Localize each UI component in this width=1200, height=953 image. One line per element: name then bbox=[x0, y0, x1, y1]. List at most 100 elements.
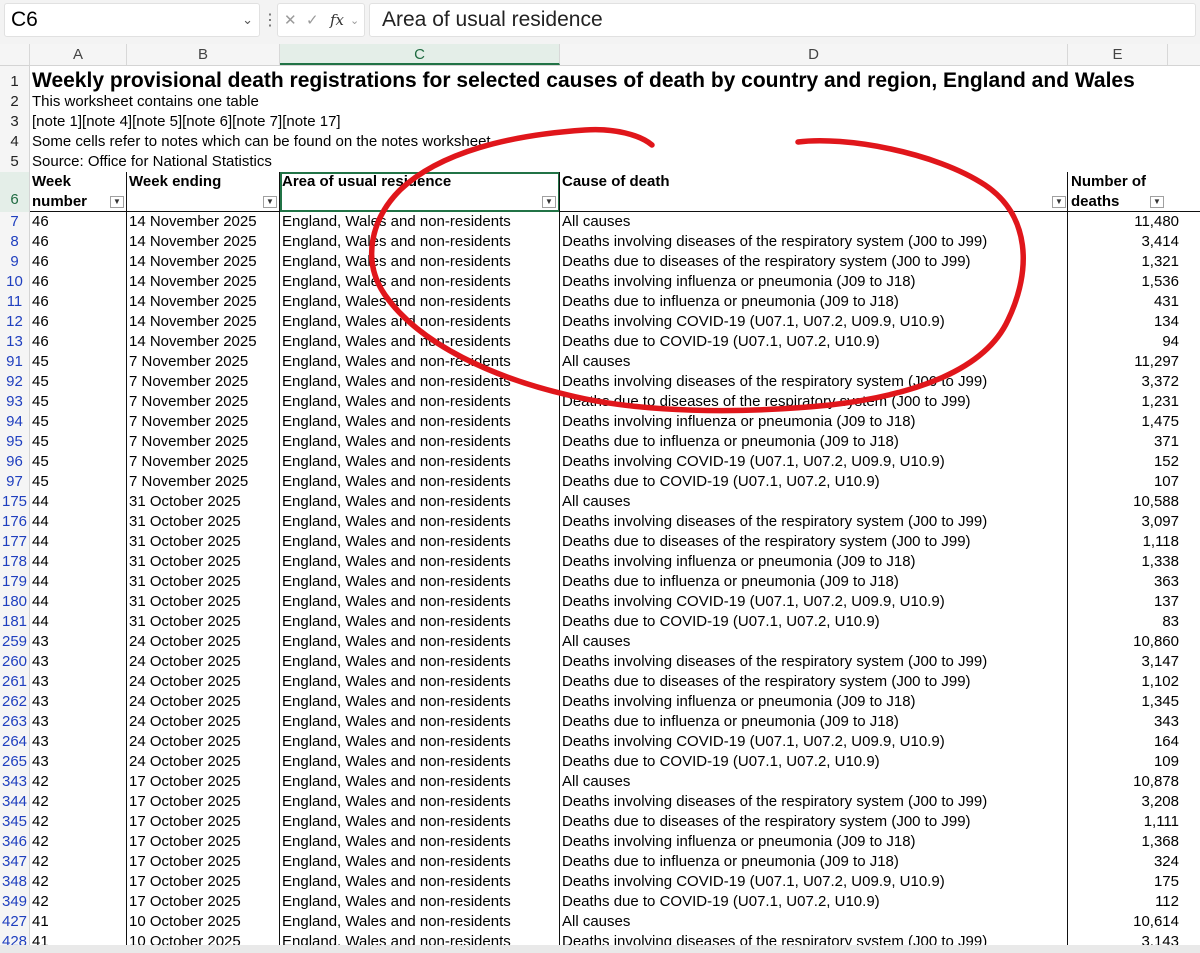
cell-week-ending[interactable]: 7 November 2025 bbox=[129, 472, 277, 492]
column-header-c[interactable]: C bbox=[280, 44, 560, 65]
cell-cause[interactable]: Deaths due to influenza or pneumonia (J0… bbox=[562, 852, 1066, 872]
cell-week-ending[interactable]: 7 November 2025 bbox=[129, 352, 277, 372]
row-header[interactable]: 13 bbox=[0, 332, 29, 352]
row-header[interactable]: 2 bbox=[0, 92, 29, 112]
cell-cause[interactable]: Deaths involving influenza or pneumonia … bbox=[562, 412, 1066, 432]
sheet-notes-info[interactable]: Some cells refer to notes which can be f… bbox=[32, 132, 491, 152]
row-header[interactable]: 95 bbox=[0, 432, 29, 452]
row-header[interactable]: 7 bbox=[0, 212, 29, 232]
cell-week-ending[interactable]: 14 November 2025 bbox=[129, 272, 277, 292]
cell-week-number[interactable]: 45 bbox=[32, 452, 124, 472]
cell-deaths[interactable]: 83 bbox=[1069, 612, 1179, 632]
cell-week-number[interactable]: 46 bbox=[32, 312, 124, 332]
cell-cause[interactable]: Deaths involving diseases of the respira… bbox=[562, 372, 1066, 392]
cell-week-number[interactable]: 43 bbox=[32, 692, 124, 712]
cell-week-number[interactable]: 43 bbox=[32, 752, 124, 772]
cell-cause[interactable]: Deaths involving COVID-19 (U07.1, U07.2,… bbox=[562, 592, 1066, 612]
cell-area[interactable]: England, Wales and non-residents bbox=[282, 732, 558, 752]
cell-cause[interactable]: Deaths involving diseases of the respira… bbox=[562, 512, 1066, 532]
cell-week-ending[interactable]: 17 October 2025 bbox=[129, 872, 277, 892]
cell-area[interactable]: England, Wales and non-residents bbox=[282, 212, 558, 232]
row-header[interactable]: 176 bbox=[0, 512, 29, 532]
row-header[interactable]: 4 bbox=[0, 132, 29, 152]
cell-cause[interactable]: Deaths involving influenza or pneumonia … bbox=[562, 552, 1066, 572]
cell-week-ending[interactable]: 31 October 2025 bbox=[129, 512, 277, 532]
cell-week-ending[interactable]: 7 November 2025 bbox=[129, 412, 277, 432]
more-options-icon[interactable]: ⋮ bbox=[262, 10, 278, 30]
cell-area[interactable]: England, Wales and non-residents bbox=[282, 532, 558, 552]
cell-area[interactable]: England, Wales and non-residents bbox=[282, 912, 558, 932]
cell-cause[interactable]: Deaths due to influenza or pneumonia (J0… bbox=[562, 292, 1066, 312]
insert-function-button[interactable]: fx bbox=[330, 11, 344, 29]
cell-deaths[interactable]: 1,536 bbox=[1069, 272, 1179, 292]
cell-deaths[interactable]: 134 bbox=[1069, 312, 1179, 332]
cell-week-number[interactable]: 42 bbox=[32, 852, 124, 872]
sheet-notes[interactable]: [note 1][note 4][note 5][note 6][note 7]… bbox=[32, 112, 341, 132]
column-header-a[interactable]: A bbox=[30, 44, 127, 65]
cell-cause[interactable]: All causes bbox=[562, 772, 1066, 792]
row-header[interactable]: 97 bbox=[0, 472, 29, 492]
sheet-title[interactable]: Weekly provisional death registrations f… bbox=[32, 68, 1200, 94]
cell-week-ending[interactable]: 7 November 2025 bbox=[129, 432, 277, 452]
row-header[interactable]: 11 bbox=[0, 292, 29, 312]
name-box[interactable]: C6 ⌄ bbox=[4, 3, 260, 37]
cell-week-ending[interactable]: 14 November 2025 bbox=[129, 292, 277, 312]
filter-dropdown-icon[interactable]: ▼ bbox=[263, 196, 277, 208]
cell-cause[interactable]: All causes bbox=[562, 912, 1066, 932]
row-header[interactable]: 346 bbox=[0, 832, 29, 852]
row-header[interactable]: 427 bbox=[0, 912, 29, 932]
row-header-selected[interactable]: 6 bbox=[0, 172, 29, 212]
cell-week-ending[interactable]: 24 October 2025 bbox=[129, 632, 277, 652]
cell-week-number[interactable]: 44 bbox=[32, 512, 124, 532]
header-deaths[interactable]: Number of bbox=[1071, 172, 1146, 192]
cell-cause[interactable]: Deaths due to diseases of the respirator… bbox=[562, 252, 1066, 272]
cell-deaths[interactable]: 1,102 bbox=[1069, 672, 1179, 692]
cell-week-ending[interactable]: 31 October 2025 bbox=[129, 572, 277, 592]
cell-area[interactable]: England, Wales and non-residents bbox=[282, 432, 558, 452]
cell-cause[interactable]: Deaths involving influenza or pneumonia … bbox=[562, 692, 1066, 712]
cell-area[interactable]: England, Wales and non-residents bbox=[282, 632, 558, 652]
cell-week-ending[interactable]: 17 October 2025 bbox=[129, 772, 277, 792]
cell-area[interactable]: England, Wales and non-residents bbox=[282, 252, 558, 272]
cell-week-ending[interactable]: 24 October 2025 bbox=[129, 692, 277, 712]
column-header-e[interactable]: E bbox=[1068, 44, 1168, 65]
cell-cause[interactable]: Deaths due to COVID-19 (U07.1, U07.2, U1… bbox=[562, 332, 1066, 352]
cell-week-number[interactable]: 42 bbox=[32, 872, 124, 892]
cell-area[interactable]: England, Wales and non-residents bbox=[282, 552, 558, 572]
cell-area[interactable]: England, Wales and non-residents bbox=[282, 392, 558, 412]
header-week-ending[interactable]: Week ending bbox=[129, 172, 221, 192]
cell-cause[interactable]: Deaths involving influenza or pneumonia … bbox=[562, 272, 1066, 292]
formula-input[interactable]: Area of usual residence bbox=[369, 3, 1196, 37]
row-header[interactable]: 177 bbox=[0, 532, 29, 552]
cell-area[interactable]: England, Wales and non-residents bbox=[282, 892, 558, 912]
horizontal-scrollbar[interactable] bbox=[0, 945, 1200, 953]
cell-week-number[interactable]: 44 bbox=[32, 492, 124, 512]
cell-week-number[interactable]: 42 bbox=[32, 892, 124, 912]
cell-week-number[interactable]: 45 bbox=[32, 352, 124, 372]
cell-week-number[interactable]: 43 bbox=[32, 732, 124, 752]
cell-week-ending[interactable]: 14 November 2025 bbox=[129, 212, 277, 232]
cell-week-number[interactable]: 43 bbox=[32, 652, 124, 672]
chevron-down-icon[interactable]: ⌄ bbox=[242, 12, 253, 28]
cell-week-number[interactable]: 43 bbox=[32, 712, 124, 732]
cell-area[interactable]: England, Wales and non-residents bbox=[282, 512, 558, 532]
cell-deaths[interactable]: 1,475 bbox=[1069, 412, 1179, 432]
cell-cause[interactable]: All causes bbox=[562, 492, 1066, 512]
cell-week-ending[interactable]: 17 October 2025 bbox=[129, 892, 277, 912]
header-week-number[interactable]: Week bbox=[32, 172, 71, 192]
row-header[interactable]: 9 bbox=[0, 252, 29, 272]
cell-week-ending[interactable]: 31 October 2025 bbox=[129, 492, 277, 512]
cell-cause[interactable]: Deaths due to diseases of the respirator… bbox=[562, 532, 1066, 552]
cell-area[interactable]: England, Wales and non-residents bbox=[282, 872, 558, 892]
row-header[interactable]: 12 bbox=[0, 312, 29, 332]
row-header[interactable]: 93 bbox=[0, 392, 29, 412]
cell-week-ending[interactable]: 24 October 2025 bbox=[129, 672, 277, 692]
row-header[interactable]: 94 bbox=[0, 412, 29, 432]
cell-week-ending[interactable]: 31 October 2025 bbox=[129, 532, 277, 552]
cell-deaths[interactable]: 137 bbox=[1069, 592, 1179, 612]
cell-week-number[interactable]: 42 bbox=[32, 792, 124, 812]
cell-deaths[interactable]: 363 bbox=[1069, 572, 1179, 592]
check-icon[interactable]: ✓ bbox=[306, 11, 319, 29]
cell-area[interactable]: England, Wales and non-residents bbox=[282, 772, 558, 792]
cell-area[interactable]: England, Wales and non-residents bbox=[282, 352, 558, 372]
